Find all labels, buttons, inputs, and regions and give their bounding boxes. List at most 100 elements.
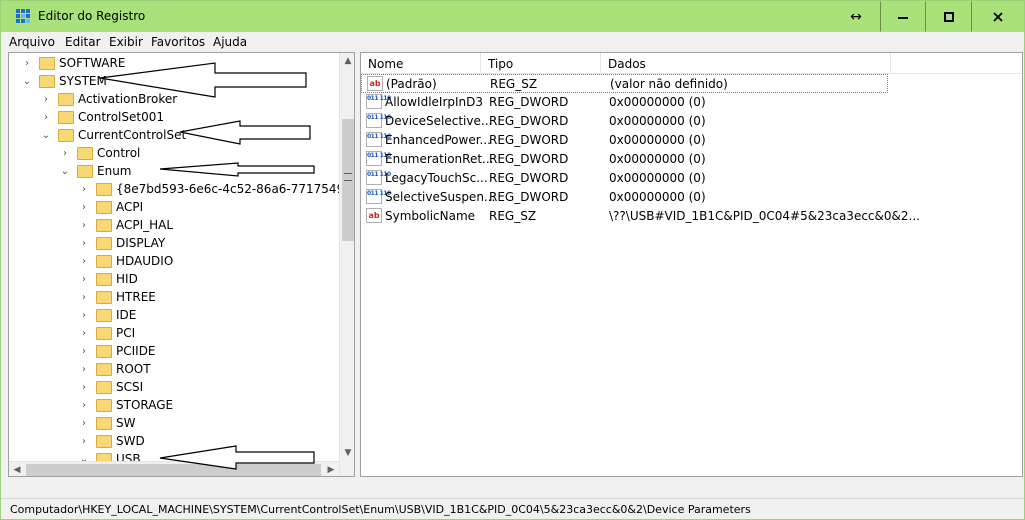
value-type: REG_DWORD [489, 152, 569, 166]
title-bar[interactable]: Editor do Registro ↔ [1, 1, 1024, 32]
tree-item-label: CurrentControlSet [78, 128, 187, 142]
collapse-chevron-icon[interactable]: ⌄ [21, 72, 33, 90]
column-header-tipo[interactable]: Tipo [481, 53, 601, 73]
folder-icon [58, 110, 74, 124]
expand-chevron-icon[interactable]: › [78, 198, 90, 216]
menu-exibir[interactable]: Exibir [109, 35, 143, 49]
expand-chevron-icon[interactable]: › [78, 432, 90, 450]
expand-chevron-icon[interactable]: › [78, 378, 90, 396]
expand-chevron-icon[interactable]: › [78, 270, 90, 288]
value-row[interactable]: 011 110 AllowIdleIrpInD3 REG_DWORD 0x000000… [361, 93, 1022, 112]
tree-item-label: DISPLAY [116, 236, 166, 250]
expand-chevron-icon[interactable]: › [78, 324, 90, 342]
tree-item[interactable]: ⌄ Enum [59, 162, 132, 180]
tree-item[interactable]: › STORAGE [78, 396, 173, 414]
tree-item-label: SW [116, 416, 136, 430]
key-tree-pane[interactable]: › SOFTWARE ⌄ SYSTEM › ActivationBroker › Contro… [8, 52, 355, 477]
menu-ajuda[interactable]: Ajuda [213, 35, 247, 49]
expand-chevron-icon[interactable]: › [78, 396, 90, 414]
tree-item[interactable]: ⌄ CurrentControlSet [40, 126, 186, 144]
folder-icon [39, 74, 55, 88]
tree-item[interactable]: › SOFTWARE [21, 54, 125, 72]
tree-item[interactable]: › IDE [78, 306, 136, 324]
binary-value-icon: 011 110 [366, 94, 391, 109]
horizontal-scroll-thumb[interactable] [26, 464, 321, 476]
tree-item[interactable]: ⌄ SYSTEM [21, 72, 107, 90]
collapse-chevron-icon[interactable]: ⌄ [40, 126, 52, 144]
expand-chevron-icon[interactable]: › [78, 288, 90, 306]
value-row[interactable]: 011 110 EnumerationRet... REG_DWORD 0x00000… [361, 150, 1022, 169]
expand-chevron-icon[interactable]: › [21, 54, 33, 72]
tree-item[interactable]: › PCI [78, 324, 135, 342]
expand-chevron-icon[interactable]: › [78, 306, 90, 324]
tree-item[interactable]: › SCSI [78, 378, 143, 396]
collapse-chevron-icon[interactable]: ⌄ [78, 450, 90, 462]
value-row[interactable]: 011 110 DeviceSelective... REG_DWORD 0x0000… [361, 112, 1022, 131]
expand-chevron-icon[interactable]: › [40, 90, 52, 108]
tree-item[interactable]: › HDAUDIO [78, 252, 173, 270]
tree-item[interactable]: › DISPLAY [78, 234, 165, 252]
value-type: REG_DWORD [489, 190, 569, 204]
value-row[interactable]: ab (Padrão) REG_SZ (valor não definido) [361, 74, 888, 93]
tree-item[interactable]: › PCIIDE [78, 342, 156, 360]
tree-item-label: {8e7bd593-6e6c-4c52-86a6-77175494dd8e [116, 182, 339, 196]
scroll-up-arrow-icon[interactable]: ▲ [340, 53, 354, 69]
expand-chevron-icon[interactable]: › [78, 252, 90, 270]
value-name: AllowIdleIrpInD3 [385, 95, 484, 109]
status-path: Computador\HKEY_LOCAL_MACHINE\SYSTEM\Cur… [10, 503, 751, 516]
column-header-dados[interactable]: Dados [601, 53, 891, 73]
column-header-nome[interactable]: Nome [361, 53, 481, 73]
value-row[interactable]: 011 110 SelectiveSuspen... REG_DWORD 0x0000… [361, 188, 1022, 207]
expand-chevron-icon[interactable]: › [78, 360, 90, 378]
tree-horizontal-scrollbar[interactable]: ◀ ▶ [9, 461, 339, 476]
tree-vertical-scrollbar[interactable]: ▲ ▼ [339, 53, 354, 476]
expand-chevron-icon[interactable]: › [78, 234, 90, 252]
expand-chevron-icon[interactable]: › [78, 216, 90, 234]
close-button[interactable] [972, 1, 1024, 32]
tree-item[interactable]: › ActivationBroker [40, 90, 177, 108]
tree-item[interactable]: › HTREE [78, 288, 156, 306]
value-data: 0x00000000 (0) [609, 114, 706, 128]
tree-item[interactable]: › HID [78, 270, 138, 288]
tree-item[interactable]: › ControlSet001 [40, 108, 164, 126]
value-row[interactable]: 011 110 LegacyTouchSc... REG_DWORD 0x000000… [361, 169, 1022, 188]
value-data: \??\USB#VID_1B1C&PID_0C04#5&23ca3ecc&0&2… [609, 209, 920, 223]
tree-item[interactable]: › SWD [78, 432, 145, 450]
tree-item[interactable]: › ACPI_HAL [78, 216, 173, 234]
tree-item-label: ControlSet001 [78, 110, 164, 124]
expand-chevron-icon[interactable]: › [78, 414, 90, 432]
values-list-pane[interactable]: Nome Tipo Dados ab (Padrão) REG_SZ (valor n… [360, 52, 1023, 477]
expand-chevron-icon[interactable]: › [59, 144, 71, 162]
value-type: REG_DWORD [489, 114, 569, 128]
scroll-right-arrow-icon[interactable]: ▶ [323, 462, 339, 476]
value-data: 0x00000000 (0) [609, 152, 706, 166]
tree-item[interactable]: › {8e7bd593-6e6c-4c52-86a6-77175494dd8e [78, 180, 339, 198]
folder-icon [96, 416, 112, 430]
tree-item[interactable]: › Control [59, 144, 140, 162]
collapse-chevron-icon[interactable]: ⌄ [59, 162, 71, 180]
tree-item-label: SCSI [116, 380, 144, 394]
value-name: LegacyTouchSc... [385, 171, 488, 185]
tree-item[interactable]: › ROOT [78, 360, 151, 378]
value-row[interactable]: ab SymbolicName REG_SZ \??\USB#VID_1B1C&PID… [361, 207, 1022, 226]
folder-icon [96, 362, 112, 376]
value-row[interactable]: 011 110 EnhancedPower... REG_DWORD 0x000000… [361, 131, 1022, 150]
scroll-down-arrow-icon[interactable]: ▼ [340, 445, 354, 461]
expand-chevron-icon[interactable]: › [78, 342, 90, 360]
tree-item[interactable]: ⌄ USB [78, 450, 141, 461]
menu-editar[interactable]: Editar [65, 35, 101, 49]
minimize-button[interactable] [880, 1, 926, 32]
expand-chevron-icon[interactable]: › [78, 180, 90, 198]
menu-favoritos[interactable]: Favoritos [151, 35, 205, 49]
resize-icon[interactable]: ↔ [833, 1, 879, 32]
value-type: REG_SZ [490, 77, 538, 91]
menu-arquivo[interactable]: Arquivo [9, 35, 55, 49]
scroll-left-arrow-icon[interactable]: ◀ [9, 462, 25, 476]
maximize-button[interactable] [926, 1, 972, 32]
tree-item[interactable]: › SW [78, 414, 135, 432]
tree-item-label: HID [116, 272, 138, 286]
tree-item[interactable]: › ACPI [78, 198, 143, 216]
expand-chevron-icon[interactable]: › [40, 108, 52, 126]
value-type: REG_DWORD [489, 133, 569, 147]
tree-item-label: PCI [116, 326, 136, 340]
